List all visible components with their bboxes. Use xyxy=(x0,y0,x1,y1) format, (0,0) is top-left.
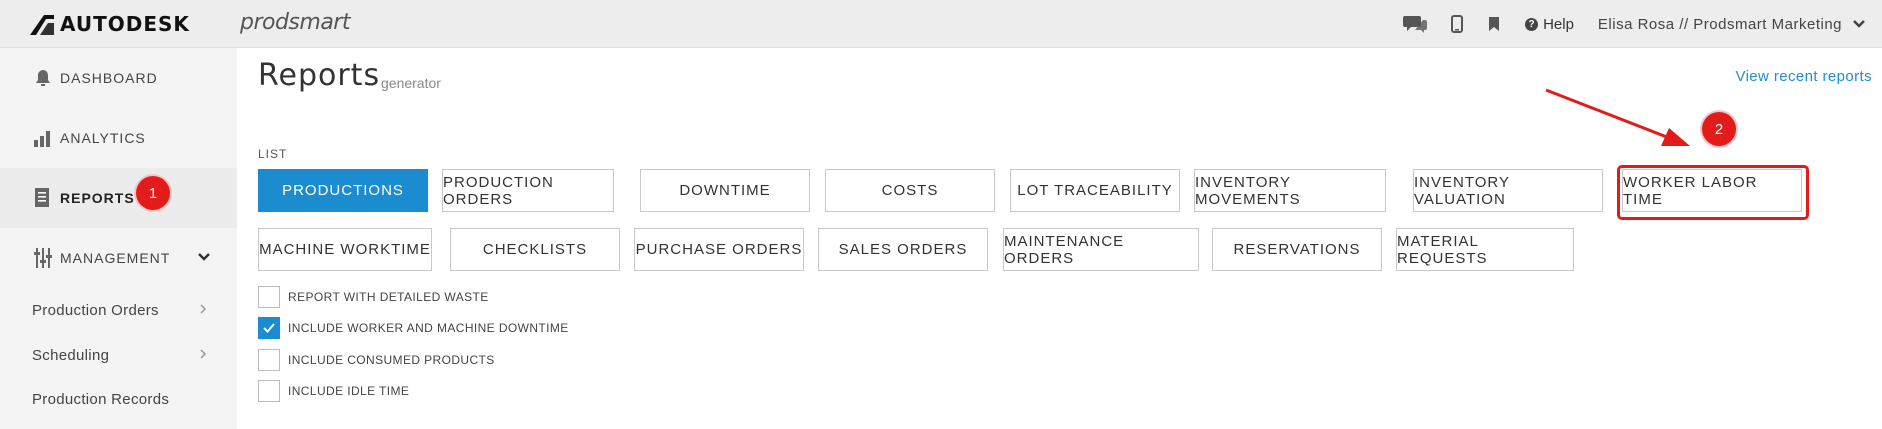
checkmark-icon xyxy=(263,323,275,333)
sidebar-item-analytics[interactable]: ANALYTICS xyxy=(0,108,237,168)
bell-icon xyxy=(32,67,54,89)
checkbox[interactable] xyxy=(258,349,280,371)
report-type-purchase-orders[interactable]: PURCHASE ORDERS xyxy=(634,228,804,271)
checkbox[interactable] xyxy=(258,380,280,402)
report-type-productions[interactable]: PRODUCTIONS xyxy=(258,169,428,212)
report-type-machine-worktime[interactable]: MACHINE WORKTIME xyxy=(258,228,432,271)
option-consumed-products[interactable]: INCLUDE CONSUMED PRODUCTS xyxy=(258,349,495,371)
option-idle-time[interactable]: INCLUDE IDLE TIME xyxy=(258,380,409,402)
report-type-sales-orders[interactable]: SALES ORDERS xyxy=(818,228,988,271)
sidebar-subitem-label: Production Orders xyxy=(32,301,159,319)
checkbox-checked[interactable] xyxy=(258,317,280,339)
top-actions: ? Help Elisa Rosa // Prodsmart Marketing xyxy=(1403,0,1866,48)
help-icon: ? xyxy=(1525,17,1539,31)
user-menu[interactable]: Elisa Rosa // Prodsmart Marketing xyxy=(1598,16,1866,33)
top-navigation-bar: AUTODESK prodsmart ? Help Elisa Rosa // … xyxy=(0,0,1882,48)
sidebar-subitem-label: Production Records xyxy=(32,390,170,408)
main-content: Reports generator View recent reports LI… xyxy=(237,48,1882,429)
sidebar-item-label: ANALYTICS xyxy=(60,130,146,146)
list-label: LIST xyxy=(258,147,288,161)
chat-icon[interactable] xyxy=(1403,14,1428,34)
report-type-checklists[interactable]: CHECKLISTS xyxy=(450,228,620,271)
bar-chart-icon xyxy=(32,127,54,149)
report-type-material-requests[interactable]: MATERIAL REQUESTS xyxy=(1396,228,1574,271)
annotation-badge-2: 2 xyxy=(1702,112,1736,146)
sidebar-item-label: MANAGEMENT xyxy=(60,250,171,266)
help-label: Help xyxy=(1543,15,1574,33)
report-type-inventory-valuation[interactable]: INVENTORY VALUATION xyxy=(1413,169,1603,212)
checkbox[interactable] xyxy=(258,286,280,308)
report-type-production-orders[interactable]: PRODUCTION ORDERS xyxy=(442,169,614,212)
sidebar-subitem-production-orders[interactable]: Production Orders xyxy=(0,290,237,330)
mobile-icon[interactable] xyxy=(1451,15,1464,33)
report-type-reservations[interactable]: RESERVATIONS xyxy=(1212,228,1382,271)
report-type-costs[interactable]: COSTS xyxy=(825,169,995,212)
report-type-maintenance-orders[interactable]: MAINTENANCE ORDERS xyxy=(1003,228,1199,271)
view-recent-reports-link[interactable]: View recent reports xyxy=(1735,68,1872,85)
report-type-inventory-movements[interactable]: INVENTORY MOVEMENTS xyxy=(1194,169,1386,212)
page-title: Reports xyxy=(258,58,381,93)
user-label: Elisa Rosa // Prodsmart Marketing xyxy=(1597,15,1842,33)
sidebar-subitem-label: Scheduling xyxy=(32,346,110,364)
sidebar-subitem-scheduling[interactable]: Scheduling xyxy=(0,335,237,375)
page-subtitle: generator xyxy=(381,75,441,91)
chevron-down-icon xyxy=(1853,20,1865,28)
chevron-down-icon xyxy=(198,253,210,261)
option-label: INCLUDE WORKER AND MACHINE DOWNTIME xyxy=(288,321,569,335)
annotation-highlight-box xyxy=(1617,165,1809,220)
option-detailed-waste[interactable]: REPORT WITH DETAILED WASTE xyxy=(258,286,489,308)
option-worker-machine-downtime[interactable]: INCLUDE WORKER AND MACHINE DOWNTIME xyxy=(258,317,569,339)
option-label: INCLUDE IDLE TIME xyxy=(288,384,410,398)
chevron-right-icon xyxy=(200,349,207,359)
sidebar-item-label: REPORTS xyxy=(60,190,135,206)
option-label: REPORT WITH DETAILED WASTE xyxy=(288,290,489,304)
option-label: INCLUDE CONSUMED PRODUCTS xyxy=(288,353,495,367)
autodesk-mark-icon xyxy=(30,15,54,35)
sidebar: DASHBOARD ANALYTICS REPORTS MANAGEMENT P… xyxy=(0,48,237,429)
sidebar-subitem-production-records[interactable]: Production Records xyxy=(0,379,237,419)
report-type-lot-traceability[interactable]: LOT TRACEABILITY xyxy=(1010,169,1180,212)
document-icon xyxy=(32,187,54,209)
autodesk-logo[interactable]: AUTODESK xyxy=(30,12,190,36)
chevron-right-icon xyxy=(200,304,207,314)
help-link[interactable]: ? Help xyxy=(1525,16,1574,33)
sidebar-item-management[interactable]: MANAGEMENT xyxy=(0,228,237,288)
sidebar-item-reports[interactable]: REPORTS xyxy=(0,168,237,228)
report-type-downtime[interactable]: DOWNTIME xyxy=(640,169,810,212)
sidebar-item-dashboard[interactable]: DASHBOARD xyxy=(0,48,237,108)
annotation-badge-1: 1 xyxy=(136,176,170,210)
sidebar-item-label: DASHBOARD xyxy=(60,70,158,86)
autodesk-wordmark: AUTODESK xyxy=(60,12,190,36)
sliders-icon xyxy=(32,247,54,269)
bookmark-icon[interactable] xyxy=(1487,16,1501,32)
prodsmart-logo[interactable]: prodsmart xyxy=(240,10,350,35)
